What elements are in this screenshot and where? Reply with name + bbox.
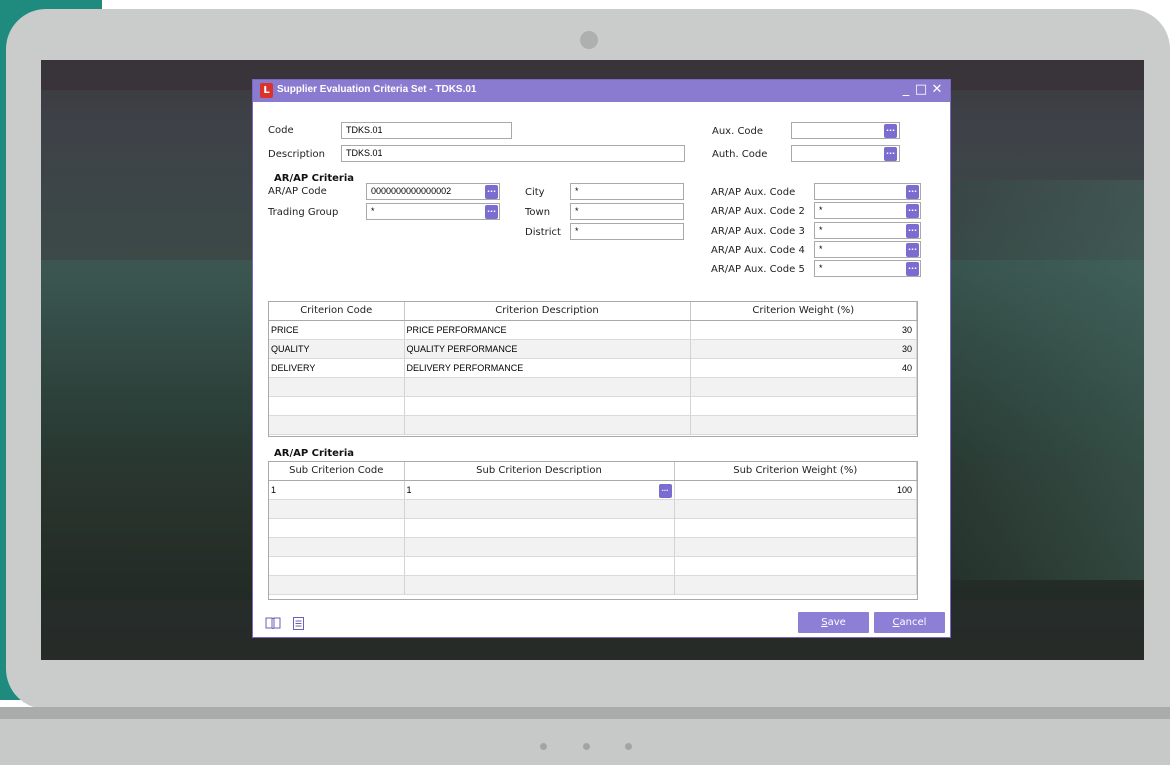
city-input[interactable]: * xyxy=(570,183,684,200)
trading-group-lookup-button[interactable]: ... xyxy=(485,205,498,219)
arap-aux-code-2-lookup-button[interactable]: ... xyxy=(906,204,919,218)
arap-aux-code-2-input[interactable]: * xyxy=(814,202,921,219)
arap-criteria-title: AR/AP Criteria xyxy=(274,173,355,184)
minimize-button[interactable]: _ xyxy=(899,82,913,98)
camera-dot xyxy=(580,31,598,49)
arap-aux-code-3-lookup-button[interactable]: ... xyxy=(906,224,919,238)
table-row[interactable] xyxy=(269,537,917,557)
code-label: Code xyxy=(268,125,294,136)
criterion-description-cell[interactable]: DELIVERY PERFORMANCE xyxy=(404,358,691,378)
table-row[interactable] xyxy=(269,518,917,538)
district-input[interactable]: * xyxy=(570,223,684,240)
cancel-button[interactable]: Cancel xyxy=(874,612,945,633)
arap-aux-code-4-lookup-button[interactable]: ... xyxy=(906,243,919,257)
arap-aux-code-2-label: AR/AP Aux. Code 2 xyxy=(711,206,805,217)
save-button[interactable]: Save xyxy=(798,612,869,633)
table-row[interactable]: PRICE PRICE PERFORMANCE 30 xyxy=(269,320,917,340)
arap-aux-code-5-label: AR/AP Aux. Code 5 xyxy=(711,264,805,275)
arap-code-label: AR/AP Code xyxy=(268,186,327,197)
arap-code-input[interactable]: 0000000000000002 xyxy=(366,183,500,200)
sub-criterion-description-text: 1 xyxy=(406,484,412,495)
sub-criterion-lookup-button[interactable]: ... xyxy=(658,483,672,498)
table-row[interactable] xyxy=(269,499,917,519)
column-header[interactable]: Criterion Weight (%) xyxy=(690,302,917,321)
auth-code-label: Auth. Code xyxy=(712,149,768,160)
app-logo-icon: L xyxy=(260,83,273,98)
criterion-weight-cell[interactable]: 30 xyxy=(690,320,917,340)
table-row[interactable]: 1 1 ... 100 xyxy=(269,480,917,500)
sub-criteria-title: AR/AP Criteria xyxy=(274,448,355,459)
aux-code-lookup-button[interactable]: ... xyxy=(884,124,897,138)
maximize-button[interactable]: □ xyxy=(914,82,928,98)
book-icon[interactable] xyxy=(265,617,281,633)
arap-aux-code-3-input[interactable]: * xyxy=(814,222,921,239)
city-label: City xyxy=(525,187,545,198)
table-row[interactable]: DELIVERY DELIVERY PERFORMANCE 40 xyxy=(269,358,917,378)
laptop-base xyxy=(0,719,1170,765)
sub-criterion-code-cell[interactable]: 1 xyxy=(269,480,405,500)
description-input[interactable]: TDKS.01 xyxy=(341,145,685,162)
sub-criterion-weight-cell[interactable]: 100 xyxy=(674,480,917,500)
table-row[interactable] xyxy=(269,396,917,416)
column-header[interactable]: Sub Criterion Weight (%) xyxy=(674,462,917,481)
description-label: Description xyxy=(268,149,325,160)
criterion-description-cell[interactable]: PRICE PERFORMANCE xyxy=(404,320,691,340)
aux-code-label: Aux. Code xyxy=(712,126,764,137)
arap-aux-code-3-label: AR/AP Aux. Code 3 xyxy=(711,226,805,237)
column-header[interactable]: Criterion Description xyxy=(404,302,691,321)
base-dot xyxy=(540,743,547,750)
base-dot xyxy=(583,743,590,750)
criteria-set-dialog: L Supplier Evaluation Criteria Set - TDK… xyxy=(252,79,951,638)
criterion-code-cell[interactable]: PRICE xyxy=(269,320,405,340)
column-header[interactable]: Sub Criterion Description xyxy=(404,462,675,481)
column-header[interactable]: Sub Criterion Code xyxy=(269,462,405,481)
table-row[interactable]: QUALITY QUALITY PERFORMANCE 30 xyxy=(269,339,917,359)
laptop-hinge xyxy=(0,707,1170,719)
criterion-code-cell[interactable]: DELIVERY xyxy=(269,358,405,378)
criterion-weight-cell[interactable]: 40 xyxy=(690,358,917,378)
arap-aux-code-5-input[interactable]: * xyxy=(814,260,921,277)
document-icon[interactable] xyxy=(293,617,304,634)
arap-aux-code-5-lookup-button[interactable]: ... xyxy=(906,262,919,276)
arap-aux-code-lookup-button[interactable]: ... xyxy=(906,185,919,199)
dialog-title: Supplier Evaluation Criteria Set - TDKS.… xyxy=(277,84,477,95)
trading-group-input[interactable]: * xyxy=(366,203,500,220)
town-label: Town xyxy=(525,207,551,218)
base-dot xyxy=(625,743,632,750)
code-input[interactable]: TDKS.01 xyxy=(341,122,512,139)
arap-aux-code-4-label: AR/AP Aux. Code 4 xyxy=(711,245,805,256)
table-row[interactable] xyxy=(269,575,917,595)
dialog-titlebar[interactable]: L Supplier Evaluation Criteria Set - TDK… xyxy=(253,80,950,102)
arap-aux-code-label: AR/AP Aux. Code xyxy=(711,187,796,198)
stage: L Supplier Evaluation Criteria Set - TDK… xyxy=(0,0,1170,765)
criterion-description-cell[interactable]: QUALITY PERFORMANCE xyxy=(404,339,691,359)
table-row[interactable] xyxy=(269,556,917,576)
table-row[interactable] xyxy=(269,415,917,435)
district-label: District xyxy=(525,227,561,238)
criterion-weight-cell[interactable]: 30 xyxy=(690,339,917,359)
sub-criterion-description-cell[interactable]: 1 ... xyxy=(404,480,675,500)
table-row[interactable] xyxy=(269,377,917,397)
criterion-code-cell[interactable]: QUALITY xyxy=(269,339,405,359)
arap-aux-code-4-input[interactable]: * xyxy=(814,241,921,258)
trading-group-label: Trading Group xyxy=(268,207,339,218)
arap-code-lookup-button[interactable]: ... xyxy=(485,185,498,199)
column-header[interactable]: Criterion Code xyxy=(269,302,405,321)
auth-code-lookup-button[interactable]: ... xyxy=(884,147,897,161)
criteria-grid: Criterion Code Criterion Description Cri… xyxy=(268,301,918,437)
town-input[interactable]: * xyxy=(570,203,684,220)
arap-aux-code-input[interactable] xyxy=(814,183,921,200)
sub-criteria-grid: Sub Criterion Code Sub Criterion Descrip… xyxy=(268,461,918,600)
close-button[interactable]: ✕ xyxy=(930,82,944,98)
